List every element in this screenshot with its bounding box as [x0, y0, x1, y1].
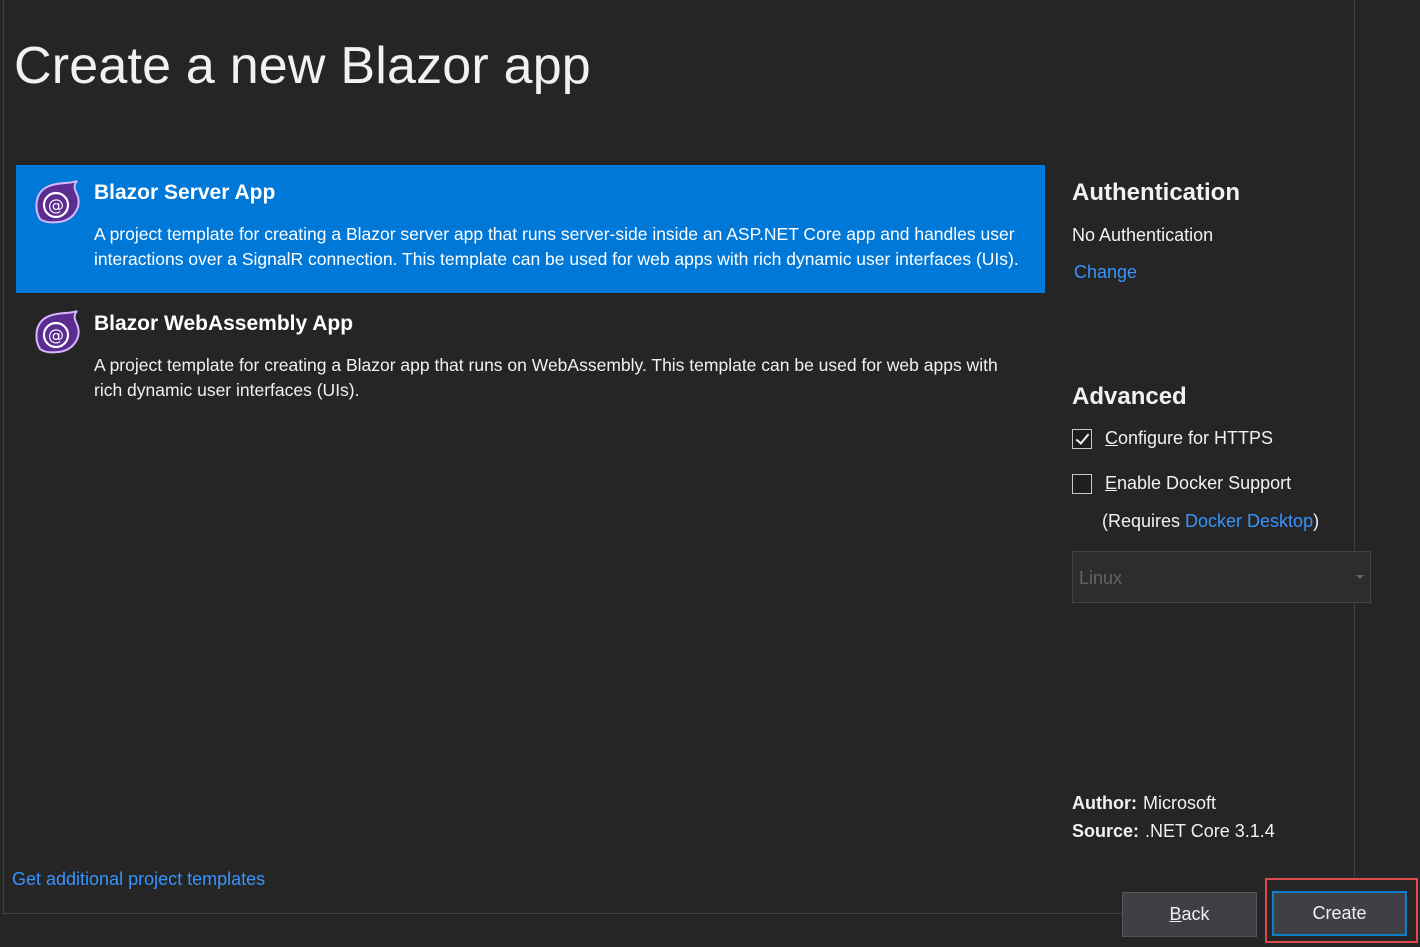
page-title: Create a new Blazor app: [14, 37, 591, 95]
source-label: Source:: [1072, 821, 1140, 841]
target-os-select[interactable]: Linux: [1072, 551, 1371, 603]
docker-label: Enable Docker Support: [1105, 473, 1291, 494]
change-authentication-link[interactable]: Change: [1074, 262, 1137, 283]
template-item-blazor-webassembly[interactable]: @ Blazor WebAssembly App A project templ…: [16, 293, 1045, 421]
chevron-down-icon: [1356, 575, 1364, 579]
advanced-title: Advanced: [1072, 383, 1187, 410]
https-label: Configure for HTTPS: [1105, 428, 1273, 449]
template-name: Blazor WebAssembly App: [94, 312, 354, 335]
https-label-text: onfigure for HTTPS: [1118, 428, 1274, 448]
template-item-blazor-server[interactable]: @ Blazor Server App A project template f…: [16, 165, 1045, 293]
source-value: .NET Core 3.1.4: [1145, 821, 1275, 841]
back-label-text: ack: [1181, 904, 1210, 924]
docker-label-accel: E: [1105, 473, 1118, 493]
template-source: Source: .NET Core 3.1.4: [1072, 821, 1275, 842]
docker-label-text: nable Docker Support: [1117, 473, 1292, 493]
authentication-value: No Authentication: [1072, 225, 1214, 245]
https-label-accel: C: [1105, 428, 1118, 448]
docker-option[interactable]: Enable Docker Support: [1072, 473, 1291, 494]
svg-text:@: @: [48, 196, 64, 215]
template-list: @ Blazor Server App A project template f…: [16, 165, 1045, 421]
window-border-left: [3, 0, 4, 914]
svg-text:@: @: [48, 326, 64, 345]
authentication-title: Authentication: [1072, 179, 1240, 206]
template-author: Author: Microsoft: [1072, 793, 1216, 814]
template-description-line: A project template for creating a Blazor…: [94, 355, 998, 375]
author-label: Author:: [1072, 793, 1137, 813]
template-name: Blazor Server App: [94, 181, 276, 204]
template-description: A project template for creating a Blazor…: [94, 222, 1025, 272]
window-border-bottom: [3, 913, 1125, 914]
template-description-line: A project template for creating a Blazor…: [94, 224, 1015, 244]
docker-checkbox[interactable]: [1072, 473, 1092, 494]
target-os-value: Linux: [1079, 568, 1123, 588]
template-description-line: interactions over a SignalR connection. …: [94, 249, 1019, 269]
panel-divider: [1354, 0, 1355, 878]
back-button[interactable]: Back: [1122, 892, 1257, 937]
https-option[interactable]: Configure for HTTPS: [1072, 428, 1273, 449]
template-description: A project template for creating a Blazor…: [94, 353, 1025, 403]
requires-prefix: (Requires: [1102, 511, 1186, 531]
create-button[interactable]: Create: [1272, 891, 1407, 936]
https-checkbox[interactable]: [1072, 428, 1092, 449]
dialog-window: Create a new Blazor app @ Blazor Server …: [0, 0, 1420, 947]
blazor-icon: @: [35, 310, 80, 354]
docker-requirement: (Requires Docker Desktop): [1102, 511, 1319, 532]
blazor-icon: @: [35, 180, 80, 224]
requires-suffix: ): [1313, 511, 1320, 531]
author-value: Microsoft: [1142, 793, 1216, 813]
get-additional-templates-link[interactable]: Get additional project templates: [12, 869, 265, 890]
back-label-accel: B: [1169, 904, 1182, 924]
docker-desktop-link[interactable]: Docker Desktop: [1185, 511, 1313, 531]
template-description-line: rich dynamic user interfaces (UIs).: [94, 380, 360, 400]
